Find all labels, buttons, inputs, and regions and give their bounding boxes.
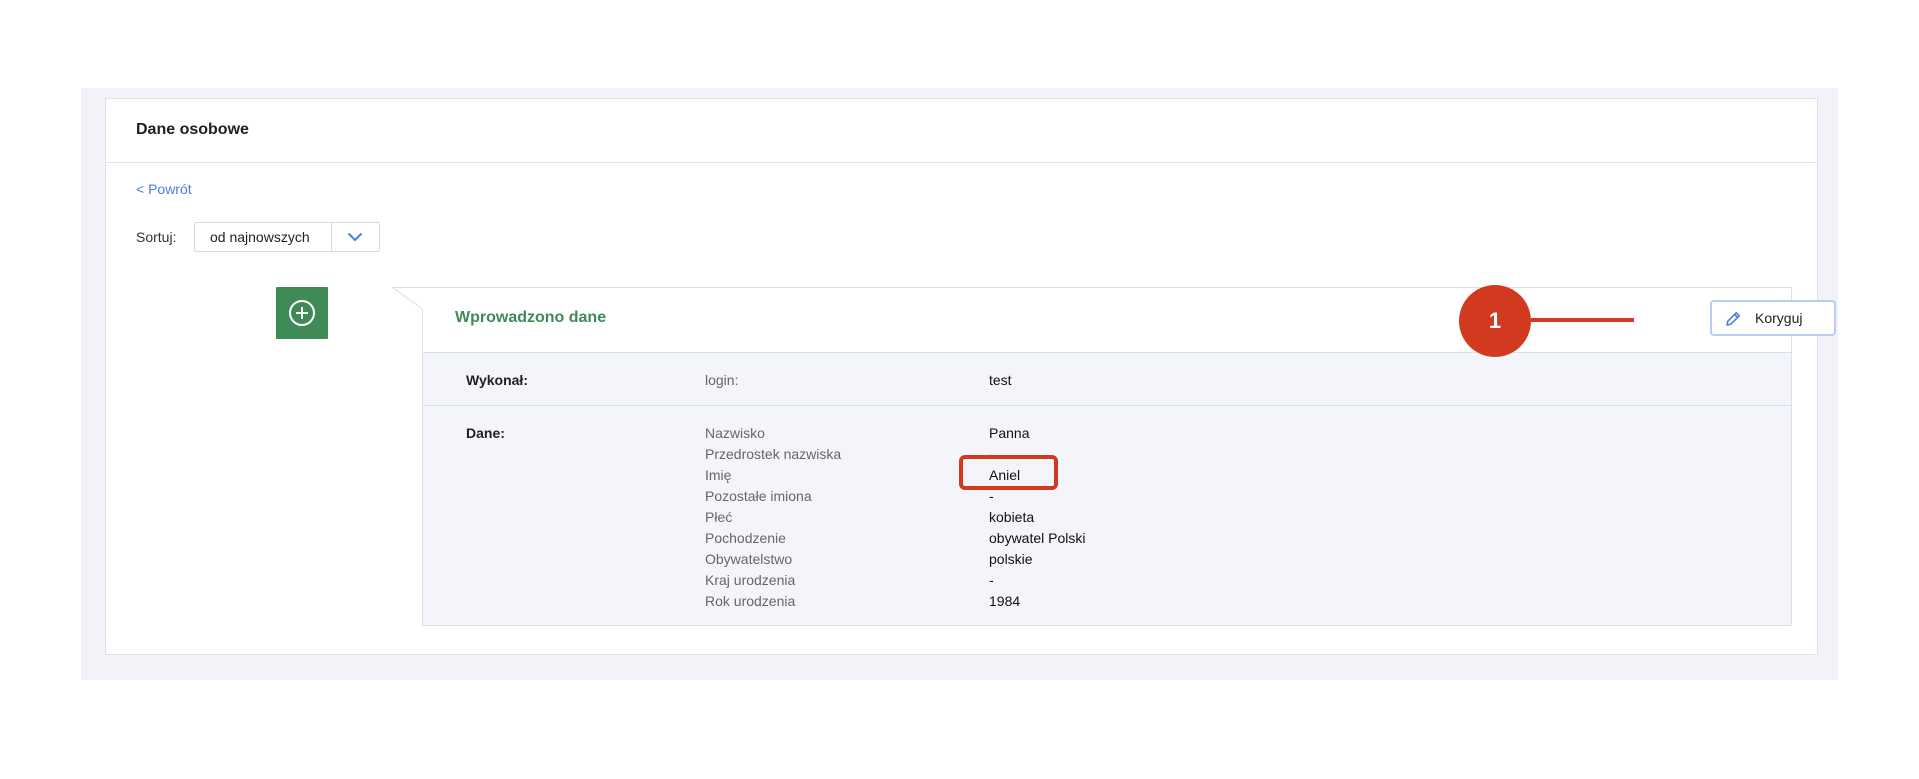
plus-circle-icon xyxy=(289,300,315,326)
annotation-connector xyxy=(1531,318,1634,322)
add-entry-button[interactable] xyxy=(276,287,328,339)
entry-title: Wprowadzono dane xyxy=(455,309,607,326)
performed-by-label: Wykonał: xyxy=(466,372,528,388)
page-title: Dane osobowe xyxy=(136,121,249,138)
sort-dropdown[interactable]: od najnowszych xyxy=(194,222,380,252)
history-entry-card: Wprowadzono dane Koryguj Wykonał: login:… xyxy=(392,287,1836,626)
pencil-icon xyxy=(1726,312,1740,326)
field-key: Rok urodzenia xyxy=(705,593,796,609)
annotation-marker: 1 xyxy=(1459,285,1531,357)
sort-selected-value: od najnowszych xyxy=(210,229,310,245)
performed-by-value: test xyxy=(989,372,1012,388)
field-value: polskie xyxy=(989,551,1033,567)
field-key: Przedrostek nazwiska xyxy=(705,446,842,462)
entry-details: Wykonał: login: test Dane: Nazwisko Pann… xyxy=(422,353,1792,626)
field-value: - xyxy=(989,572,994,588)
chevron-down-icon xyxy=(348,233,362,241)
edit-button[interactable]: Koryguj xyxy=(1710,300,1836,336)
panel-header: Dane osobowe xyxy=(106,99,1817,163)
field-key: Pochodzenie xyxy=(705,530,786,546)
personal-data-panel: Dane osobowe < Powrót Sortuj: od najnows… xyxy=(105,98,1836,655)
field-value: obywatel Polski xyxy=(989,530,1086,546)
annotation-highlight-box xyxy=(959,455,1058,490)
field-value: kobieta xyxy=(989,509,1035,525)
field-key: Pozostałe imiona xyxy=(705,488,812,504)
field-key: Kraj urodzenia xyxy=(705,572,796,588)
sort-divider xyxy=(331,223,332,251)
field-value: Panna xyxy=(989,425,1030,441)
row-divider xyxy=(423,405,1791,406)
field-value: - xyxy=(989,488,994,504)
data-label: Dane: xyxy=(466,425,505,441)
field-value: 1984 xyxy=(989,593,1021,609)
back-link[interactable]: < Powrót xyxy=(136,181,192,197)
field-key: Nazwisko xyxy=(705,425,765,441)
edit-button-label: Koryguj xyxy=(1755,310,1803,326)
field-key: Płeć xyxy=(705,509,733,525)
field-key: Obywatelstwo xyxy=(705,551,793,567)
performed-by-key: login: xyxy=(705,372,739,388)
field-key: Imię xyxy=(705,467,732,483)
sort-label: Sortuj: xyxy=(136,229,177,245)
